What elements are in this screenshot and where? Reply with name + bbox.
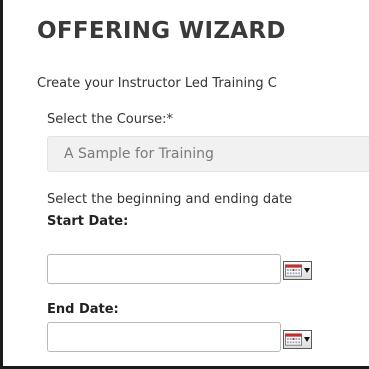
offering-wizard-panel: OFFERING WIZARD Create your Instructor L… (0, 0, 369, 369)
course-selected-value: A Sample for Training (64, 146, 214, 162)
end-date-label: End Date: (47, 302, 119, 317)
calendar-icon (285, 264, 302, 277)
start-date-calendar-button[interactable] (283, 261, 312, 280)
course-select[interactable]: A Sample for Training (47, 136, 369, 172)
calendar-icon (285, 333, 302, 346)
end-date-input[interactable] (47, 322, 281, 352)
intro-text: Create your Instructor Led Training C (37, 76, 277, 91)
caret-down-icon (304, 268, 310, 273)
caret-down-icon (304, 337, 310, 342)
page-title: OFFERING WIZARD (37, 18, 286, 44)
date-range-instructions: Select the beginning and ending date (47, 192, 293, 207)
start-date-label: Start Date: (47, 214, 129, 229)
start-date-input[interactable] (47, 254, 281, 284)
end-date-calendar-button[interactable] (283, 330, 312, 349)
course-label: Select the Course:* (47, 112, 173, 127)
